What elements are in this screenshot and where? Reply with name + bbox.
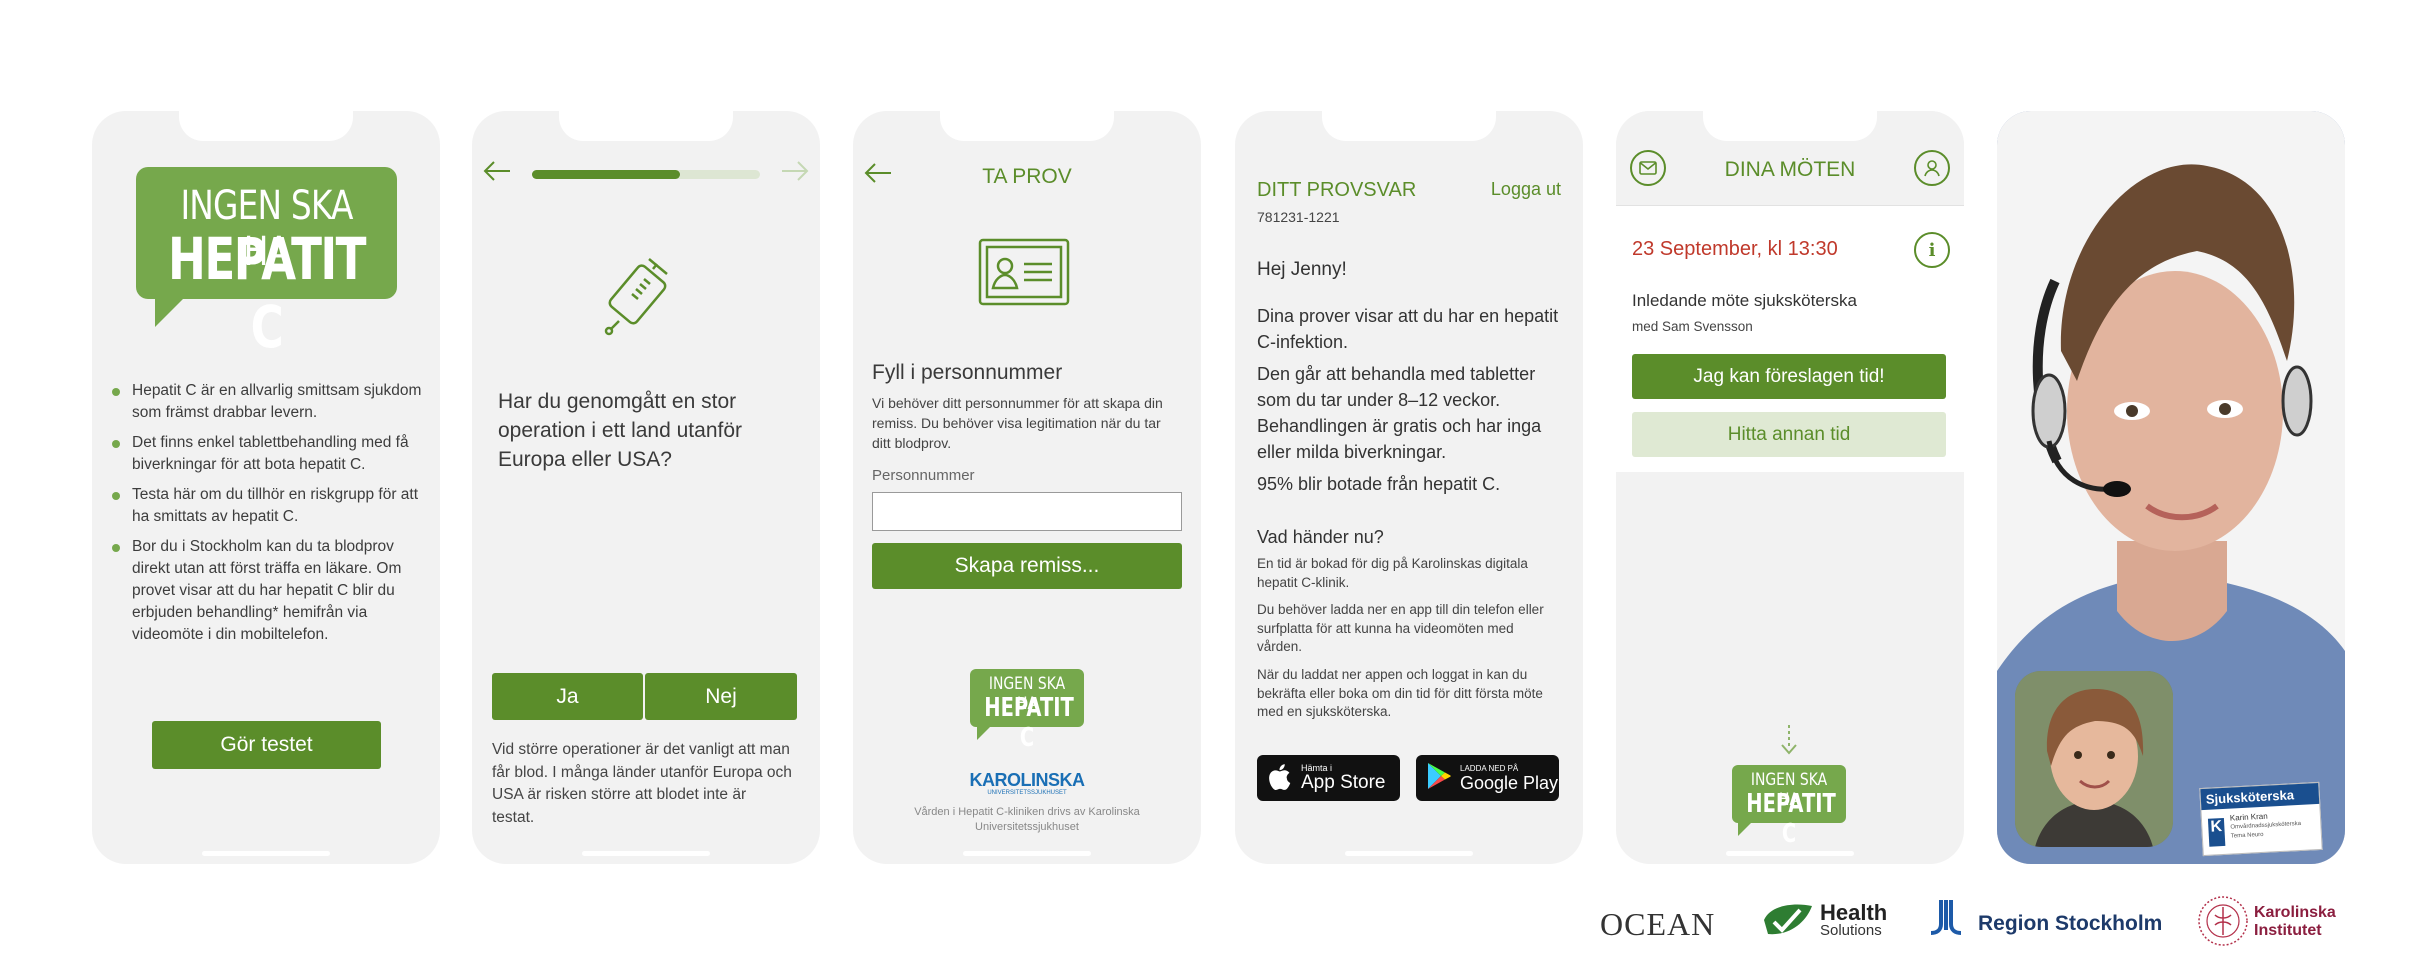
brand-line2: HEPATIT C	[984, 693, 1074, 753]
home-indicator	[963, 851, 1091, 856]
region-stockholm-icon	[1927, 898, 1971, 938]
footnote-text: Vid större operationer är det vanligt at…	[492, 741, 792, 826]
greeting: Hej Jenny!	[1257, 259, 1347, 280]
meeting-with: med Sam Svensson	[1632, 319, 1753, 334]
result-paragraph-3: 95% blir botade från hepatit C.	[1257, 474, 1501, 494]
profile-icon[interactable]	[1914, 150, 1950, 186]
home-indicator	[582, 851, 710, 856]
google-play-big-text: Google Play	[1460, 772, 1559, 793]
apple-icon	[1267, 763, 1293, 793]
brand-logo-small: INGEN SKA HA HEPATIT C	[970, 669, 1084, 753]
karolinska-k-icon: K	[2207, 817, 2226, 847]
name-badge: Sjuksköterska K Karin Kran Omvårdnadssju…	[2199, 781, 2323, 857]
accept-time-button[interactable]: Jag kan föreslagen tid!	[1632, 354, 1946, 399]
self-view-thumbnail[interactable]	[2015, 671, 2173, 847]
info-icon[interactable]: i	[1914, 232, 1950, 268]
screen-title: TA PROV	[982, 165, 1072, 188]
phone-screen-result: DITT PROVSVAR Logga ut 781231-1221 Hej J…	[1235, 111, 1583, 864]
screen-title: DITT PROVSVAR	[1257, 179, 1417, 201]
phone-screen-intro: INGEN SKA HA HEPATIT C Hepatit C är en a…	[92, 111, 440, 864]
ocean-logo: OCEAN	[1600, 906, 1716, 942]
next-steps-heading: Vad händer nu?	[1257, 527, 1384, 547]
brand-line2: HEPATIT C	[168, 225, 366, 361]
blood-test-tube-icon	[599, 251, 689, 346]
patient-video-image	[2015, 671, 2173, 847]
take-test-button[interactable]: Gör testet	[152, 721, 381, 769]
home-indicator	[202, 851, 330, 856]
brand-bubble-tail	[1738, 822, 1752, 836]
phone-notch	[1703, 111, 1877, 141]
karolinska-logo-sub: UNIVERSITETSSJUKHUSET	[987, 790, 1067, 796]
brand-line2: HEPATIT C	[1746, 789, 1836, 849]
region-stockholm-text: Region Stockholm	[1978, 912, 2163, 935]
app-store-button[interactable]: Hämta i App Store	[1257, 755, 1400, 801]
karolinska-institutet-seal-icon	[2197, 895, 2249, 947]
person-id: 781231-1221	[1257, 209, 1340, 225]
google-play-button[interactable]: LADDA NED PÅ Google Play	[1416, 755, 1559, 801]
yes-button[interactable]: Ja	[492, 673, 643, 720]
karolinska-logo: KAROLINSKA	[969, 770, 1086, 790]
back-arrow-icon[interactable]	[482, 159, 512, 189]
solutions-logo-text: Solutions	[1820, 922, 1882, 939]
badge-dept: Tema Neuro	[2230, 831, 2264, 840]
screen-title: DINA MÖTEN	[1724, 158, 1856, 181]
brand-logo: INGEN SKA HA HEPATIT C	[136, 167, 397, 361]
find-other-time-button[interactable]: Hitta annan tid	[1632, 412, 1946, 457]
ki-logo-line1: Karolinska	[2254, 904, 2336, 921]
phone-notch	[940, 111, 1114, 141]
google-play-icon	[1426, 762, 1452, 795]
info-list-item: Bor du i Stockholm kan du ta blodprov di…	[110, 536, 428, 646]
brand-bubble-tail	[155, 297, 185, 327]
id-card-icon	[978, 238, 1070, 311]
result-paragraph-2: Den går att behandla med tabletter som d…	[1257, 364, 1542, 462]
result-paragraph-1: Dina prover visar att du har en hepatit …	[1257, 306, 1559, 352]
meeting-card: 23 September, kl 13:30 i Inledande möte …	[1616, 206, 1964, 472]
info-list-item: Det finns enkel tablettbehandling med få…	[110, 432, 428, 476]
app-store-big-text: App Store	[1301, 772, 1386, 793]
brand-bubble-tail	[977, 726, 991, 740]
form-description: Vi behöver ditt personnummer för att ska…	[872, 395, 1163, 451]
next-steps-1: En tid är bokad för dig på Karolinskas d…	[1257, 556, 1528, 590]
footer-text: Vården i Hepatit C-kliniken drivs av Kar…	[914, 806, 1140, 833]
info-list-item: Hepatit C är en allvarlig smittsam sjukd…	[110, 380, 428, 424]
google-play-small-text: LADDA NED PÅ	[1460, 763, 1519, 773]
badge-title: Sjuksköterska	[2200, 782, 2320, 811]
phone-screen-sample: TA PROV Fyll i personnummer Vi behöver d…	[853, 111, 1201, 864]
logout-link[interactable]: Logga ut	[1491, 179, 1561, 200]
personnummer-input[interactable]	[872, 492, 1182, 531]
next-steps-3: När du laddat ner appen och loggat in ka…	[1257, 667, 1543, 719]
phone-notch	[1322, 111, 1496, 141]
form-heading: Fyll i personnummer	[872, 361, 1063, 384]
personnummer-label: Personnummer	[872, 467, 975, 484]
question-text: Har du genomgått en stor operation i ett…	[498, 390, 743, 471]
no-button[interactable]: Nej	[645, 673, 797, 720]
info-list: Hepatit C är en allvarlig smittsam sjukd…	[110, 380, 428, 654]
progress-bar	[532, 170, 760, 179]
phone-notch	[559, 111, 733, 141]
create-referral-button[interactable]: Skapa remiss...	[872, 543, 1182, 589]
phone-notch	[179, 111, 353, 141]
phone-screen-question: Har du genomgått en stor operation i ett…	[472, 111, 820, 864]
home-indicator	[1345, 851, 1473, 856]
phone-screen-meetings: DINA MÖTEN 23 September, kl 13:30 i Inle…	[1616, 111, 1964, 864]
info-list-item: Testa här om du tillhör en riskgrupp för…	[110, 484, 428, 528]
scroll-down-icon	[1778, 723, 1800, 762]
meeting-date: 23 September, kl 13:30	[1632, 238, 1838, 260]
health-solutions-leaf-icon	[1762, 902, 1814, 938]
forward-arrow-icon[interactable]	[780, 159, 810, 189]
badge-role: Omvårdnadssjuksköterska	[2230, 820, 2302, 831]
badge-name: Karin Kran	[2229, 811, 2268, 823]
home-indicator	[1726, 851, 1854, 856]
progress-bar-fill	[532, 170, 681, 179]
next-steps-2: Du behöver ladda ner en app till din tel…	[1257, 602, 1544, 654]
brand-logo-small: INGEN SKA HA HEPATIT C	[1732, 765, 1846, 849]
ki-logo-line2: Institutet	[2254, 922, 2322, 939]
phone-screen-video-call: Sjuksköterska K Karin Kran Omvårdnadssju…	[1997, 111, 2345, 864]
meeting-title: Inledande möte sjuksköterska	[1632, 291, 1857, 310]
